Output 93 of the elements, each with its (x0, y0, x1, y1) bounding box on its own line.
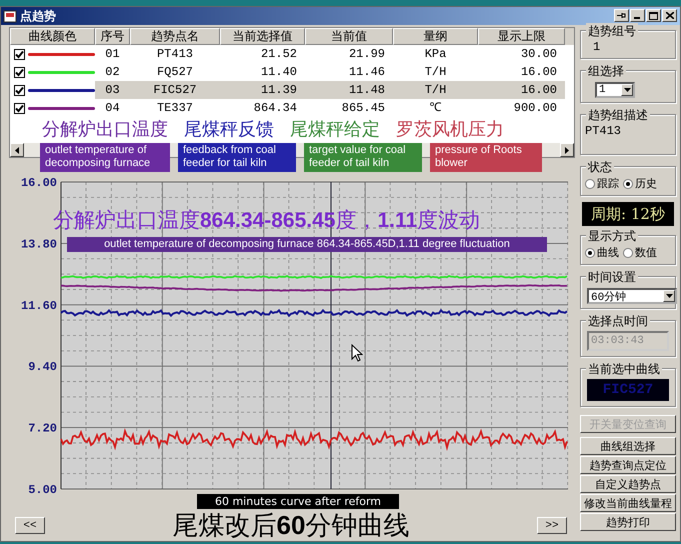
close-icon (666, 12, 674, 19)
table-cell: T/H (424, 83, 446, 97)
column-header[interactable]: 量纲 (393, 28, 478, 45)
group-select-dropdown[interactable]: 1 (595, 82, 635, 98)
table-cell: 864.34 (254, 101, 297, 115)
table-cell: 11.40 (260, 65, 297, 79)
annotation-box: outlet temperature of decomposing furnace (40, 143, 170, 172)
group-label: 时间设置 (586, 269, 638, 286)
table-cell: 30.00 (520, 47, 557, 61)
table-cell: KPa (424, 47, 446, 61)
selected-curve-display: FIC527 (587, 379, 669, 401)
footer-translation: 60 minutes curve after reform (197, 494, 399, 509)
table-cell: FQ527 (156, 65, 193, 79)
panel-button[interactable]: 曲线组选择 (580, 437, 676, 455)
table-cell: 11.48 (348, 83, 385, 97)
axis-tick-label: 9.40 (28, 360, 57, 374)
scroll-left-icon[interactable] (10, 143, 24, 157)
panel-button[interactable]: 趋势查询点定位 (580, 456, 676, 474)
axis-tick-label: 11.60 (20, 298, 57, 313)
checkbox[interactable] (14, 84, 25, 96)
group-label: 趋势组号 (586, 23, 638, 40)
table-cell: 02 (105, 65, 120, 79)
table-cell: 16.00 (520, 83, 557, 97)
group-label: 选择点时间 (586, 313, 650, 330)
annotation-label: 尾煤秤反馈 (184, 119, 274, 141)
table-row[interactable]: 01 PT413 21.52 21.99 KPa 30.00 (10, 45, 574, 63)
annotation-box: feedback from coal feeder for tail kiln (178, 143, 296, 172)
table-row[interactable]: 04 TE337 864.34 865.45 ℃ 900.00 (10, 99, 574, 117)
table-row[interactable]: 02 FQ527 11.40 11.46 T/H 16.00 (10, 63, 574, 81)
cursor-line[interactable] (330, 182, 332, 490)
checkbox[interactable] (14, 66, 25, 78)
minimize-button[interactable] (630, 9, 645, 22)
table-cell: 865.45 (342, 101, 385, 115)
group-number-value: 1 (592, 40, 602, 54)
maximize-icon (649, 12, 658, 20)
annotation-box: target value for coal feeder of tail kiln (304, 143, 422, 172)
annotation-label: 分解炉出口温度 (42, 119, 168, 141)
pin-icon (617, 12, 626, 19)
axis-tick-label: 16.00 (20, 176, 57, 190)
panel-button[interactable]: 修改当前曲线量程 (580, 494, 676, 512)
checkbox[interactable] (14, 102, 25, 114)
table-cell: PT413 (156, 47, 193, 61)
table-cell: 21.52 (260, 47, 297, 61)
table-cell: 11.46 (348, 65, 385, 79)
close-button[interactable] (662, 9, 677, 22)
pin-button[interactable] (614, 9, 629, 22)
window-app-icon (3, 10, 17, 22)
next-button[interactable]: >> (536, 517, 567, 534)
window-title: 点趋势 (20, 8, 56, 24)
maximize-button[interactable] (646, 9, 661, 22)
radio-button[interactable]: 曲线 (585, 245, 619, 260)
table-cell: FIC527 (153, 83, 197, 97)
period-display: 周期: 12秒 (582, 202, 674, 226)
time-setting-dropdown[interactable]: 60分钟 (587, 288, 677, 304)
table-cell: T/H (424, 65, 446, 79)
table-cell: 03 (105, 83, 120, 97)
table-cell: 11.39 (260, 83, 297, 97)
group-label: 组选择 (586, 63, 626, 80)
checkbox[interactable] (14, 48, 25, 60)
group-label: 显示方式 (586, 228, 638, 245)
column-header[interactable]: 当前值 (305, 28, 393, 45)
annotation-label: 尾煤秤给定 (290, 119, 380, 141)
table-cell: 04 (105, 101, 120, 115)
panel-button[interactable]: 趋势打印 (580, 513, 676, 531)
table-cell: 900.00 (514, 101, 557, 115)
table-cell: ℃ (430, 101, 442, 115)
axis-tick-label: 7.20 (28, 422, 57, 436)
annotation-label: 罗茨风机压力 (396, 119, 504, 141)
annotation-box: pressure of Roots blower (430, 143, 542, 172)
radio-button[interactable]: 历史 (623, 176, 657, 191)
column-header[interactable]: 曲线颜色 (10, 28, 95, 45)
panel-button[interactable]: 自定义趋势点 (580, 475, 676, 493)
table-cell: 21.99 (348, 47, 385, 61)
axis-tick-label: 13.80 (20, 237, 57, 252)
group-label: 状态 (586, 159, 614, 176)
caption-translation: outlet temperature of decomposing furnace 864.34-865.45D,1.11 degree fluctuation (67, 237, 547, 252)
table-row[interactable]: 03 FIC527 11.39 11.48 T/H 16.00 (10, 81, 574, 99)
column-header[interactable]: 趋势点名 (130, 28, 220, 45)
table-cell: 01 (105, 47, 120, 61)
chart-title: 尾煤改后60分钟曲线 (172, 509, 410, 542)
group-label: 趋势组描述 (586, 107, 650, 124)
column-header[interactable]: 显示上限 (478, 28, 565, 45)
radio-button[interactable]: 数值 (623, 245, 657, 260)
radio-button[interactable]: 跟踪 (585, 176, 619, 191)
scroll-right-icon[interactable] (560, 143, 574, 157)
table-cell: 16.00 (520, 65, 557, 79)
group-description-value: PT413 (585, 124, 622, 140)
previous-button[interactable]: << (15, 517, 45, 534)
column-header[interactable]: 当前选择值 (220, 28, 305, 45)
table-cell: TE337 (156, 101, 193, 115)
axis-tick-label: 5.00 (28, 483, 57, 494)
column-header[interactable]: 序号 (95, 28, 130, 45)
mouse-pointer-icon (351, 344, 363, 362)
